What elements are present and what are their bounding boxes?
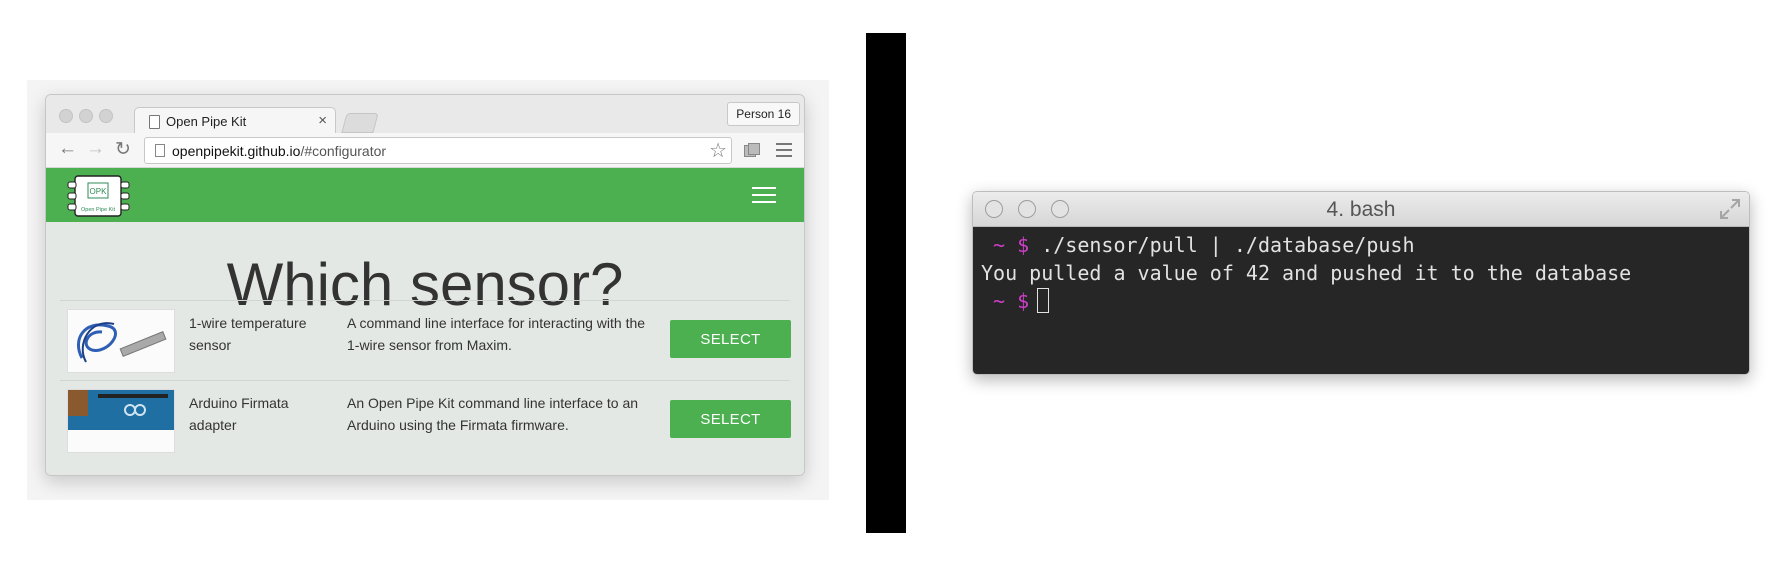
sensor-row: Arduino Firmata adapter An Open Pipe Kit…: [60, 380, 791, 460]
logo-subtext: Open Pipe Kit: [81, 207, 115, 213]
sensor-row: 1-wire temperature sensor A command line…: [60, 300, 791, 380]
url-path: /#configurator: [300, 143, 387, 159]
terminal-titlebar: 4. bash: [973, 192, 1749, 227]
select-button[interactable]: SELECT: [670, 400, 791, 438]
tab-title: Open Pipe Kit: [166, 114, 247, 129]
terminal-cursor: [1037, 288, 1050, 313]
chrome-menu-icon[interactable]: [776, 143, 792, 161]
terminal-prompt-line: ~ $: [981, 287, 1050, 315]
sensor-description: A command line interface for interacting…: [347, 315, 646, 353]
terminal-output[interactable]: ~ $ ./sensor/pull | ./database/push You …: [973, 227, 1749, 374]
terminal-window: 4. bash ~ $ ./sensor/pull | ./database/p…: [972, 191, 1750, 375]
select-button[interactable]: SELECT: [670, 320, 791, 358]
bookmark-star-icon[interactable]: ☆: [709, 138, 727, 163]
zoom-window-button[interactable]: [99, 109, 113, 123]
logo-text: OPK: [90, 187, 108, 196]
arduino-board-thumbnail: [67, 389, 175, 453]
reload-icon[interactable]: ↻: [115, 138, 131, 161]
terminal-output-line: You pulled a value of 42 and pushed it t…: [981, 261, 1632, 285]
profile-button[interactable]: Person 16: [727, 102, 800, 126]
tab-bar: Open Pipe Kit × Person 16: [46, 95, 804, 135]
divider-bar: [866, 33, 906, 533]
close-window-button[interactable]: [59, 109, 73, 123]
open-pipe-kit-logo[interactable]: OPK Open Pipe Kit: [66, 173, 132, 219]
sensor-name: Arduino Firmata adapter: [189, 395, 289, 433]
temperature-sensor-thumbnail: [67, 309, 175, 373]
close-tab-icon[interactable]: ×: [318, 112, 327, 129]
terminal-command-line: ~ $ ./sensor/pull | ./database/push: [981, 231, 1415, 259]
sensor-description: An Open Pipe Kit command line interface …: [347, 395, 639, 433]
terminal-title: 4. bash: [1326, 198, 1396, 221]
prompt: ~ $: [993, 233, 1030, 257]
browser-window: Open Pipe Kit × Person 16 ← → ↻ openpipe…: [45, 94, 805, 476]
web-page: OPK Open Pipe Kit Which sensor? 1-wire t…: [46, 168, 804, 475]
forward-icon[interactable]: →: [86, 138, 105, 160]
sensor-name: 1-wire temperature sensor: [189, 315, 307, 353]
prompt: ~ $: [993, 289, 1030, 313]
hamburger-menu-icon[interactable]: [752, 187, 776, 208]
tab-open-pipe-kit[interactable]: Open Pipe Kit ×: [134, 107, 336, 135]
address-bar[interactable]: openpipekit.github.io/#configurator ☆: [144, 137, 732, 164]
page-icon: [155, 144, 165, 157]
url-host: openpipekit.github.io: [172, 143, 301, 159]
page-icon: [149, 115, 160, 129]
back-icon[interactable]: ←: [58, 138, 77, 160]
fullscreen-icon[interactable]: [1719, 198, 1741, 220]
command-text: ./sensor/pull | ./database/push: [1041, 233, 1415, 257]
browser-toolbar: ← → ↻ openpipekit.github.io/#configurato…: [46, 133, 804, 168]
site-navbar: OPK Open Pipe Kit: [46, 168, 804, 222]
url-text: openpipekit.github.io/#configurator: [172, 143, 386, 159]
extension-icon[interactable]: [744, 143, 760, 157]
new-tab-button[interactable]: [341, 113, 379, 133]
minimize-window-button[interactable]: [79, 109, 93, 123]
